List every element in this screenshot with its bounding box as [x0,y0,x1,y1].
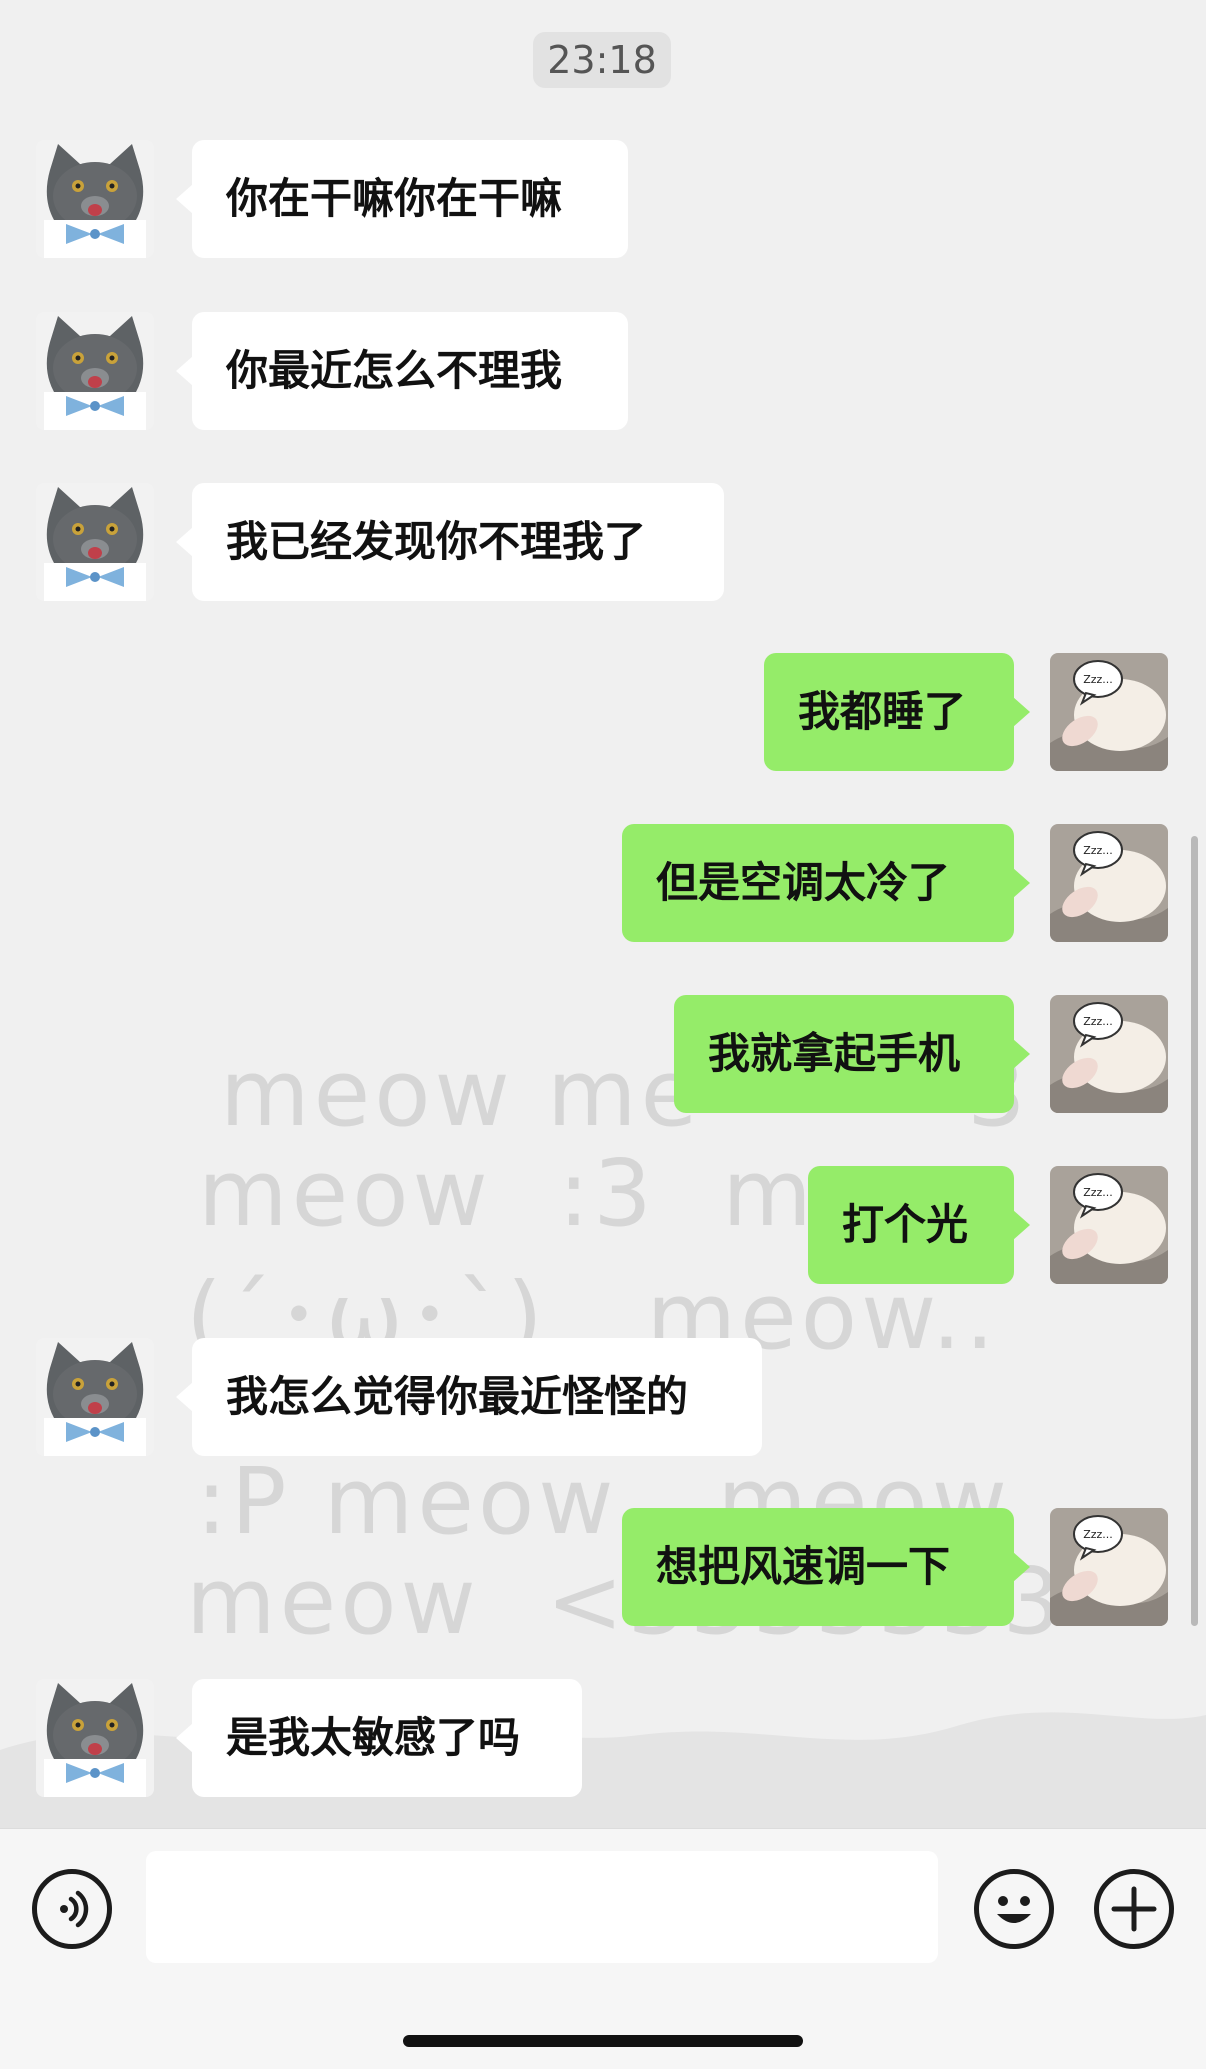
bunny-avatar-image: Zzz... [1050,824,1168,942]
message-row-incoming: 我怎么觉得你最近怪怪的 [0,1338,1206,1458]
voice-button[interactable] [32,1869,112,1949]
home-indicator [403,2035,803,2047]
message-input[interactable] [146,1851,938,1963]
message-bubble[interactable]: 你最近怎么不理我 [176,312,628,430]
message-bubble[interactable]: 我已经发现你不理我了 [176,483,724,601]
cat-avatar-image [36,140,154,258]
bunny-avatar[interactable]: Zzz... [1050,1166,1168,1284]
message-row-incoming: 是我太敏感了吗 [0,1679,1206,1799]
message-bubble[interactable]: 你在干嘛你在干嘛 [176,140,628,258]
svg-text:Zzz...: Zzz... [1083,1015,1113,1028]
voice-icon [60,1890,89,1928]
plus-button[interactable] [1094,1869,1174,1949]
message-bubble[interactable]: 我都睡了 [764,653,1030,771]
input-bar [0,1828,1206,2069]
bunny-avatar[interactable]: Zzz... [1050,1508,1168,1626]
message-bubble[interactable]: 我怎么觉得你最近怪怪的 [176,1338,762,1456]
message-row-outgoing: Zzz... 想把风速调一下 [0,1508,1206,1628]
cat-avatar[interactable] [36,140,154,258]
emoji-icon [997,1896,1031,1923]
cat-avatar-image [36,1679,154,1797]
bunny-avatar[interactable]: Zzz... [1050,824,1168,942]
cat-avatar[interactable] [36,1679,154,1797]
message-row-outgoing: Zzz... 打个光 [0,1166,1206,1286]
svg-text:Zzz...: Zzz... [1083,1528,1113,1541]
bunny-avatar-image: Zzz... [1050,995,1168,1113]
message-row-incoming: 你在干嘛你在干嘛 [0,140,1206,260]
bunny-avatar[interactable]: Zzz... [1050,995,1168,1113]
emoji-button[interactable] [974,1869,1054,1949]
plus-icon [1111,1886,1157,1932]
message-bubble[interactable]: 但是空调太冷了 [622,824,1030,942]
message-row-incoming: 我已经发现你不理我了 [0,483,1206,603]
svg-text:Zzz...: Zzz... [1083,1186,1113,1199]
bunny-avatar-image: Zzz... [1050,1166,1168,1284]
message-bubble[interactable]: 是我太敏感了吗 [176,1679,582,1797]
message-row-outgoing: Zzz... 我都睡了 [0,653,1206,773]
cat-avatar-image [36,1338,154,1456]
cat-avatar[interactable] [36,1338,154,1456]
svg-text:Zzz...: Zzz... [1083,673,1113,686]
message-timestamp: 23:18 [533,32,671,88]
bunny-avatar-image: Zzz... [1050,653,1168,771]
message-bubble[interactable]: 打个光 [808,1166,1030,1284]
svg-text:Zzz...: Zzz... [1083,844,1113,857]
cat-avatar-image [36,483,154,601]
cat-avatar[interactable] [36,483,154,601]
scrollbar[interactable] [1191,836,1198,1626]
cat-avatar-image [36,312,154,430]
bunny-avatar-image: Zzz... [1050,1508,1168,1626]
message-row-outgoing: Zzz... 但是空调太冷了 [0,824,1206,944]
message-row-incoming: 你最近怎么不理我 [0,312,1206,432]
message-bubble[interactable]: 我就拿起手机 [674,995,1030,1113]
message-bubble[interactable]: 想把风速调一下 [622,1508,1030,1626]
cat-avatar[interactable] [36,312,154,430]
message-row-outgoing: Zzz... 我就拿起手机 [0,995,1206,1115]
bunny-avatar[interactable]: Zzz... [1050,653,1168,771]
chat-area[interactable]: meow me 3meow :3 meow(´･ω･`) meow.. !??:… [0,0,1206,1828]
